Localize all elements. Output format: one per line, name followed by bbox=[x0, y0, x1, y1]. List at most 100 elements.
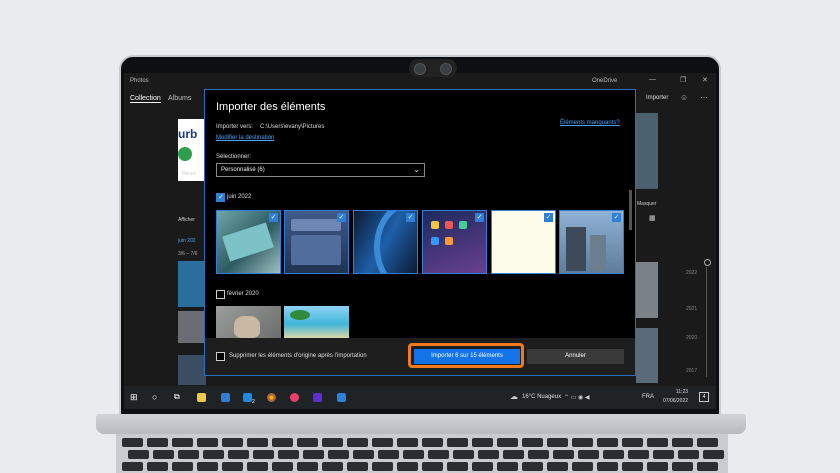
close-button[interactable]: ✕ bbox=[702, 76, 708, 84]
group-label-june-2022: juin 2022 bbox=[227, 194, 252, 200]
tab-albums[interactable]: Albums bbox=[168, 95, 191, 102]
photo-content bbox=[222, 222, 274, 262]
photo-content bbox=[431, 237, 439, 245]
keyboard-key bbox=[472, 462, 493, 471]
bg-logo-text: urb bbox=[178, 127, 198, 141]
webcam bbox=[409, 59, 457, 77]
more-icon[interactable]: ⋯ bbox=[700, 93, 708, 102]
photo-thumb[interactable]: ✓ bbox=[559, 210, 624, 274]
keyboard-key bbox=[547, 462, 568, 471]
keyboard-key bbox=[297, 438, 318, 447]
dialog-title: Importer des éléments bbox=[216, 101, 326, 113]
cancel-button[interactable]: Annuler bbox=[527, 349, 624, 364]
keyboard-key bbox=[222, 438, 243, 447]
keyboard-key bbox=[328, 450, 349, 459]
import-button-app[interactable]: Importer bbox=[646, 95, 668, 101]
bg-recent-label: Recen bbox=[182, 171, 197, 177]
onedrive-label: OneDrive bbox=[592, 78, 618, 84]
keyboard-key bbox=[447, 462, 468, 471]
chevron-down-icon: ⌄ bbox=[413, 165, 420, 174]
file-explorer-icon[interactable] bbox=[197, 393, 206, 402]
dialog-scrollbar[interactable] bbox=[629, 190, 632, 230]
webcam-sensor bbox=[440, 63, 452, 75]
grid-icon[interactable]: ▦ bbox=[649, 214, 656, 222]
notification-center[interactable]: 4 bbox=[699, 392, 709, 402]
store-icon[interactable] bbox=[221, 393, 230, 402]
task-view-icon[interactable]: ⧉ bbox=[174, 392, 180, 402]
taskbar: ⊞ ○ ⧉ 2 ☁ 16°C Nuageux ⌃ ▭ ◉ ◀ FRA 11:23… bbox=[124, 386, 716, 409]
keyboard-key bbox=[422, 462, 443, 471]
group-checkbox-june-2022[interactable] bbox=[216, 193, 225, 202]
search-icon[interactable]: ○ bbox=[152, 392, 157, 402]
photos-app-icon[interactable] bbox=[337, 393, 346, 402]
laptop-screen: Photos OneDrive — ❐ ✕ Collection Albums … bbox=[124, 73, 716, 409]
clock-date[interactable]: 07/06/2022 bbox=[663, 398, 688, 404]
bg-thumb[interactable] bbox=[178, 311, 206, 343]
photo-content bbox=[445, 221, 453, 229]
maximize-button[interactable]: ❐ bbox=[680, 76, 686, 84]
change-destination-link[interactable]: Modifier la destination bbox=[216, 135, 274, 141]
select-dropdown[interactable]: Personnalisé (6) ⌄ bbox=[216, 163, 425, 177]
keyboard-key bbox=[178, 450, 199, 459]
bg-date-range: 3/6 – 7/6 bbox=[178, 251, 198, 257]
weather-text[interactable]: 16°C Nuageux bbox=[522, 394, 561, 400]
bg-thumb[interactable] bbox=[178, 355, 206, 385]
keyboard-key bbox=[478, 450, 499, 459]
bg-thumb[interactable] bbox=[636, 262, 658, 318]
photo-thumb-beach[interactable] bbox=[284, 306, 349, 339]
bg-date-link[interactable]: juin 202 bbox=[178, 238, 196, 244]
import-selected-button[interactable]: Importer 6 sur 15 éléments bbox=[414, 349, 520, 364]
music-icon[interactable] bbox=[290, 393, 299, 402]
keyboard-key bbox=[572, 462, 593, 471]
keyboard-key bbox=[272, 438, 293, 447]
minimize-button[interactable]: — bbox=[649, 76, 656, 83]
timeline-2022[interactable]: 2022 bbox=[686, 270, 697, 276]
photo-thumb[interactable]: ✓ bbox=[491, 210, 556, 274]
keyboard-key bbox=[403, 450, 424, 459]
user-icon[interactable]: ☺ bbox=[680, 93, 688, 102]
bg-thumb[interactable] bbox=[178, 261, 206, 307]
keyboard-key bbox=[228, 450, 249, 459]
photo-thumb-cat[interactable] bbox=[216, 306, 281, 339]
missing-items-link[interactable]: Éléments manquants? bbox=[560, 120, 620, 126]
bg-masquer-label[interactable]: Masquer bbox=[637, 201, 656, 207]
bg-thumb[interactable] bbox=[636, 113, 658, 189]
clock-time[interactable]: 11:23 bbox=[668, 389, 696, 395]
chrome-icon[interactable] bbox=[267, 393, 276, 402]
keyboard-key bbox=[147, 438, 168, 447]
system-tray-icons[interactable]: ⌃ ▭ ◉ ◀ bbox=[564, 394, 590, 401]
timeline-track bbox=[706, 267, 707, 377]
keyboard-key bbox=[622, 438, 643, 447]
bg-show-label: Afficher bbox=[178, 217, 195, 223]
keyboard-key bbox=[697, 438, 718, 447]
bg-thumb[interactable] bbox=[636, 328, 658, 383]
timeline-2021[interactable]: 2021 bbox=[686, 306, 697, 312]
timeline-handle[interactable] bbox=[704, 259, 711, 266]
timeline-2017[interactable]: 2017 bbox=[686, 368, 697, 374]
mail-icon[interactable] bbox=[243, 393, 252, 402]
photo-content bbox=[445, 237, 453, 245]
keyboard-key bbox=[253, 450, 274, 459]
photo-thumb[interactable]: ✓ bbox=[284, 210, 349, 274]
language-indicator[interactable]: FRA bbox=[642, 394, 654, 400]
dialog-footer: Supprimer les éléments d'origine après l… bbox=[205, 338, 635, 375]
photo-content bbox=[291, 235, 341, 265]
media-icon[interactable] bbox=[313, 393, 322, 402]
bg-logo-circle bbox=[178, 147, 192, 161]
photo-thumb[interactable]: ✓ bbox=[422, 210, 487, 274]
delete-originals-checkbox[interactable] bbox=[216, 352, 225, 361]
select-value: Personnalisé (6) bbox=[221, 167, 265, 173]
photo-thumb[interactable]: ✓ bbox=[216, 210, 281, 274]
tab-collection[interactable]: Collection bbox=[130, 95, 161, 103]
timeline-2020[interactable]: 2020 bbox=[686, 335, 697, 341]
keyboard-key bbox=[622, 462, 643, 471]
photo-thumb[interactable]: ✓ bbox=[353, 210, 418, 274]
keyboard-key bbox=[703, 450, 724, 459]
keyboard-key bbox=[603, 450, 624, 459]
laptop-base bbox=[96, 414, 746, 434]
group-checkbox-feb-2020[interactable] bbox=[216, 290, 225, 299]
keyboard-key bbox=[122, 438, 143, 447]
windows-start-icon[interactable]: ⊞ bbox=[130, 392, 138, 403]
group-label-feb-2020: février 2020 bbox=[227, 291, 259, 297]
photo-content bbox=[290, 310, 310, 320]
